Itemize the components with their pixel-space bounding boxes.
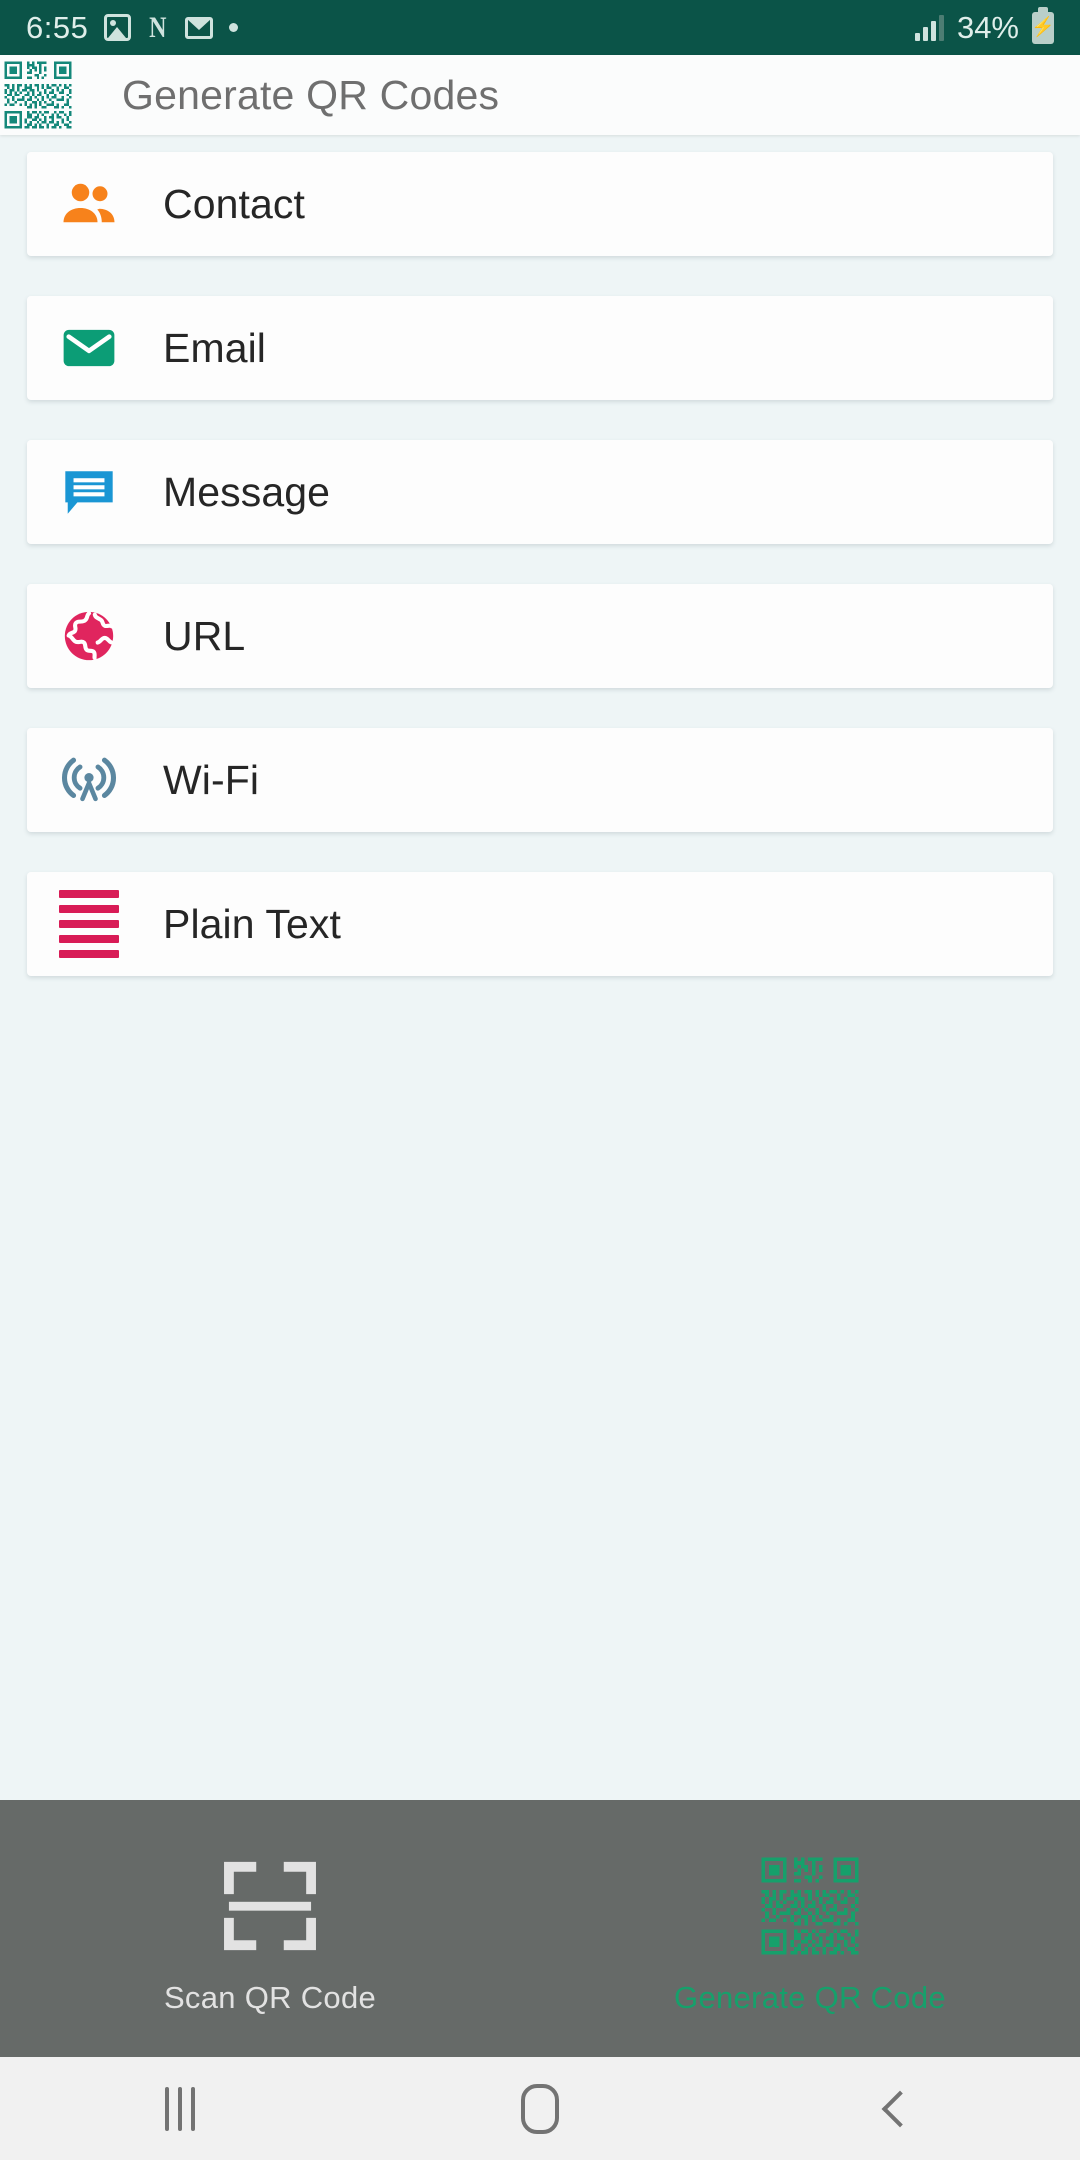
qr-code-icon bbox=[746, 1842, 874, 1970]
text-lines-icon bbox=[57, 890, 121, 958]
globe-icon bbox=[57, 604, 121, 668]
tab-label: Scan QR Code bbox=[163, 1979, 377, 2015]
back-icon bbox=[881, 2090, 919, 2127]
bottom-tab-bar: Scan QR Code Generate QR Code bbox=[0, 1800, 1080, 2057]
list-item-label: URL bbox=[163, 612, 246, 659]
list-item-wifi[interactable]: Wi-Fi bbox=[27, 728, 1053, 832]
tab-label: Generate QR Code bbox=[674, 1979, 946, 2015]
app-bar: Generate QR Codes bbox=[0, 55, 1080, 135]
list-item-label: Wi-Fi bbox=[163, 756, 260, 803]
envelope-icon bbox=[57, 316, 121, 380]
list-item-url[interactable]: URL bbox=[27, 584, 1053, 688]
signal-icon bbox=[914, 14, 944, 41]
qr-code-icon bbox=[2, 59, 74, 131]
status-bar-right: 34% ⚡ bbox=[914, 6, 1055, 46]
back-button[interactable] bbox=[720, 2090, 1080, 2127]
list-item-label: Plain Text bbox=[163, 900, 342, 947]
gallery-icon bbox=[104, 14, 132, 41]
home-button[interactable] bbox=[360, 2083, 720, 2134]
tab-scan-qr-code[interactable]: Scan QR Code bbox=[0, 1800, 540, 2057]
list-item-email[interactable]: Email bbox=[27, 296, 1053, 400]
page-title: Generate QR Codes bbox=[122, 71, 500, 118]
list-item-label: Email bbox=[163, 324, 267, 371]
battery-charging-icon: ⚡ bbox=[1031, 6, 1055, 44]
status-bar-left: 6:55 N bbox=[26, 9, 239, 46]
recents-icon bbox=[165, 2086, 195, 2131]
notification-dot-icon bbox=[229, 23, 239, 32]
home-icon bbox=[521, 2083, 559, 2134]
netflix-icon: N bbox=[149, 10, 167, 44]
status-bar-clock: 6:55 bbox=[26, 9, 89, 45]
recents-button[interactable] bbox=[0, 2086, 360, 2131]
qr-type-list: Contact Email Message URL Wi-Fi Plain Te… bbox=[0, 135, 1080, 1800]
gmail-icon bbox=[185, 16, 214, 39]
chat-bubble-icon bbox=[57, 460, 121, 524]
list-item-contact[interactable]: Contact bbox=[27, 152, 1053, 256]
list-item-label: Contact bbox=[163, 180, 305, 227]
people-icon bbox=[57, 172, 121, 236]
scan-frame-icon bbox=[206, 1842, 334, 1970]
tab-generate-qr-code[interactable]: Generate QR Code bbox=[540, 1800, 1080, 2057]
android-nav-bar bbox=[0, 2057, 1080, 2160]
list-item-label: Message bbox=[163, 468, 331, 515]
battery-percent-label: 34% bbox=[956, 9, 1019, 45]
wifi-hotspot-icon bbox=[57, 748, 121, 812]
status-bar: 6:55 N 34% ⚡ bbox=[0, 0, 1080, 55]
list-item-message[interactable]: Message bbox=[27, 440, 1053, 544]
list-item-plain-text[interactable]: Plain Text bbox=[27, 872, 1053, 976]
